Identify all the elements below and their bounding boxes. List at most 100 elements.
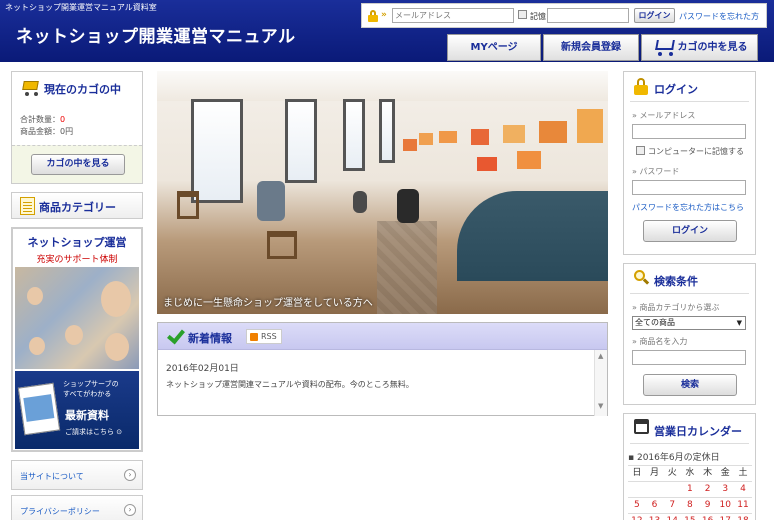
day-cell: 1 — [687, 484, 693, 494]
day-cell — [646, 482, 664, 497]
privacy-policy-label: プライバシーポリシー — [20, 507, 100, 516]
cart-box-header: 現在のカゴの中 — [12, 72, 142, 104]
banner-bottom-headline: 最新資料 — [65, 409, 109, 422]
category-select[interactable]: 全ての商品 ▼ — [632, 316, 746, 330]
login-password-input[interactable] — [632, 180, 746, 195]
cart-box-footer: カゴの中を見る — [12, 145, 142, 183]
remember-label: コンピューターに記憶する — [648, 147, 744, 156]
day-cell: 6 — [651, 500, 658, 510]
site-header: ネットショップ開業運営マニュアル資料室 ネットショップ開業運営マニュアル » 記… — [0, 0, 774, 62]
cart-qty-row: 合計数量：0 — [20, 114, 65, 125]
day-cell: 9 — [704, 500, 711, 510]
double-arrow-icon: » — [381, 10, 387, 20]
banner-line1: ネットショップ運営 — [27, 236, 127, 249]
weekday-cell: 月 — [650, 468, 660, 478]
lock-icon — [634, 78, 648, 95]
calendar-week-row: 1 2 3 4 — [628, 481, 752, 497]
cart-amount-row: 商品金額：0円 — [20, 126, 73, 137]
banner-staff-photos — [15, 267, 139, 369]
day-cell: 4 — [740, 484, 746, 494]
checkmark-icon — [168, 329, 184, 341]
chevron-right-icon: › — [124, 504, 136, 516]
day-cell: 18 — [734, 514, 752, 520]
cart-view-button[interactable]: カゴの中を見る — [31, 154, 125, 175]
mypage-button[interactable]: MYページ — [447, 34, 541, 61]
dropdown-arrow-icon: ▼ — [736, 319, 742, 327]
search-icon — [634, 270, 650, 285]
banner-footer: ショップサーブの すべてがわかる 最新資料 ご請求はこちら ⊙ — [15, 371, 139, 449]
login-box: ログイン » メールアドレス コンピューターに記憶する » パスワード パスワー… — [623, 71, 756, 255]
category-title: 商品カテゴリー — [39, 201, 116, 214]
weekday-cell: 日 — [632, 468, 642, 478]
day-cell — [628, 482, 646, 497]
cart-summary-box: 現在のカゴの中 合計数量：0 商品金額：0円 カゴの中を見る — [11, 71, 143, 184]
search-button[interactable]: 検索 — [643, 374, 737, 396]
day-cell: 3 — [722, 484, 729, 494]
banner-header: ネットショップ運営 充実のサポート体制 — [15, 231, 139, 267]
day-cell: 16 — [699, 514, 717, 520]
rss-button[interactable]: RSS — [246, 329, 282, 344]
lock-icon — [368, 10, 378, 22]
weekday-cell: 水 — [685, 468, 695, 478]
header-password-input[interactable] — [547, 8, 629, 23]
remember-checkbox[interactable] — [636, 146, 645, 155]
header-remember-checkbox[interactable] — [518, 10, 527, 19]
login-button[interactable]: ログイン — [643, 220, 737, 242]
calendar-week-row: 5 6 7 8 9 10 11 — [628, 497, 752, 513]
cart-box-title: 現在のカゴの中 — [44, 83, 121, 96]
cart-icon — [19, 79, 41, 97]
header-forgot-password-link[interactable]: パスワードを忘れた方 — [679, 11, 759, 22]
view-cart-button[interactable]: カゴの中を見る — [641, 34, 758, 61]
weekday-cell: 土 — [738, 468, 748, 478]
support-banner[interactable]: ネットショップ運営 充実のサポート体制 ショップサーブの すべてがわかる 最新資… — [11, 227, 143, 452]
privacy-policy-link[interactable]: プライバシーポリシー › — [11, 495, 143, 520]
register-label: 新規会員登録 — [561, 42, 621, 53]
day-cell: 10 — [719, 500, 731, 510]
header-remember-label: 記憶 — [530, 12, 546, 21]
weekday-cell: 火 — [667, 468, 677, 478]
chevron-right-icon: › — [124, 469, 136, 481]
news-box: 新着情報 RSS 2016年02月01日 ネットショップ運営関連マニュアルや資料… — [157, 322, 608, 416]
hero-caption: まじめに一生懸命ショップ運営をしている方へ — [163, 298, 373, 309]
cart-qty-label: 合計数量： — [20, 115, 60, 124]
product-name-input[interactable] — [632, 350, 746, 365]
forgot-password-link[interactable]: パスワードを忘れた方はこちら — [632, 202, 744, 213]
day-cell: 11 — [737, 500, 749, 510]
register-button[interactable]: 新規会員登録 — [543, 34, 639, 61]
category-header: 商品カテゴリー — [11, 192, 143, 219]
news-scrollbar[interactable]: ▲ ▼ — [594, 350, 607, 416]
day-cell: 13 — [646, 514, 664, 520]
about-site-link[interactable]: 当サイトについて › — [11, 460, 143, 490]
cart-qty-value: 0 — [60, 115, 66, 124]
product-name-label: » 商品名を入力 — [632, 337, 688, 346]
header-email-input[interactable] — [392, 8, 514, 23]
news-text[interactable]: ネットショップ運営関連マニュアルや資料の配布。今のところ無料。 — [166, 379, 414, 390]
calendar-caption: ▪ 2016年6月の定休日 — [628, 453, 720, 463]
site-tagline: ネットショップ開業運営マニュアル資料室 — [5, 3, 157, 12]
day-cell: 15 — [681, 514, 699, 520]
login-email-input[interactable] — [632, 124, 746, 139]
day-cell: 2 — [704, 484, 711, 494]
calendar-icon — [634, 419, 649, 434]
search-box: 検索条件 » 商品カテゴリから選ぶ 全ての商品 ▼ » 商品名を入力 検索 — [623, 263, 756, 405]
scroll-down-icon[interactable]: ▼ — [598, 402, 603, 410]
email-label: » メールアドレス — [632, 111, 696, 120]
scroll-up-icon[interactable]: ▲ — [598, 352, 603, 360]
news-header: 新着情報 RSS — [158, 323, 607, 350]
day-cell: 7 — [669, 500, 676, 510]
site-title[interactable]: ネットショップ開業運営マニュアル — [16, 22, 296, 47]
header-login-button[interactable]: ログイン — [634, 8, 675, 23]
banner-request-link[interactable]: ご請求はこちら ⊙ — [65, 427, 122, 437]
category-selected: 全ての商品 — [635, 318, 675, 327]
day-cell — [663, 482, 681, 497]
day-cell: 14 — [663, 514, 681, 520]
view-cart-label: カゴの中を見る — [677, 42, 748, 53]
calendar-title: 営業日カレンダー — [654, 425, 742, 438]
banner-line2: 充実のサポート体制 — [36, 255, 118, 265]
password-label: » パスワード — [632, 167, 680, 176]
banner-bottom-text1: ショップサーブの すべてがわかる — [63, 380, 119, 398]
day-cell: 12 — [628, 514, 646, 520]
business-calendar: 営業日カレンダー ▪ 2016年6月の定休日 日 月 火 水 木 金 土 1 2… — [623, 413, 756, 520]
login-title: ログイン — [654, 83, 698, 96]
category-select-label: » 商品カテゴリから選ぶ — [632, 303, 720, 312]
